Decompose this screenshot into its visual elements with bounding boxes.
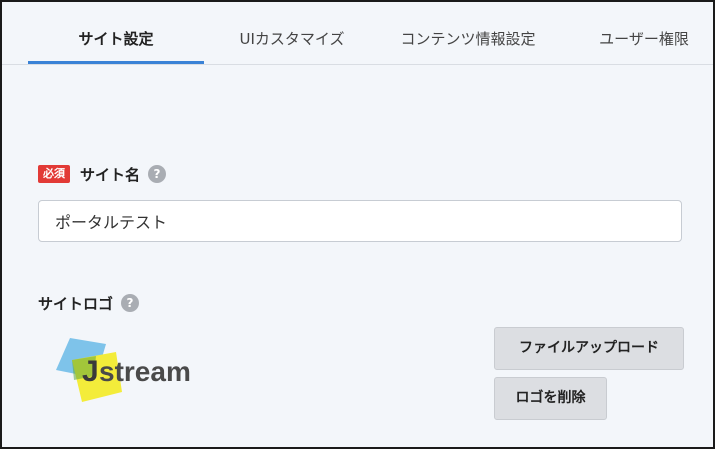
- upload-file-button[interactable]: ファイルアップロード: [494, 327, 684, 370]
- logo-j-letter: J: [82, 355, 99, 388]
- tab-bar: サイト設定 UIカスタマイズ コンテンツ情報設定 ユーザー権限: [2, 2, 713, 65]
- required-badge: 必須: [38, 165, 70, 183]
- tab-content-info-settings[interactable]: コンテンツ情報設定: [380, 2, 556, 64]
- site-name-input[interactable]: [38, 200, 682, 242]
- delete-logo-button[interactable]: ロゴを削除: [494, 377, 607, 420]
- site-name-label-row: 必須 サイト名 ?: [38, 162, 167, 186]
- tab-user-permissions[interactable]: ユーザー権限: [556, 2, 713, 64]
- tab-ui-customize[interactable]: UIカスタマイズ: [204, 2, 380, 64]
- site-logo-label-row: サイトロゴ ?: [38, 291, 140, 315]
- settings-panel: サイト設定 UIカスタマイズ コンテンツ情報設定 ユーザー権限 必須 サイト名 …: [0, 0, 715, 449]
- site-logo-label: サイトロゴ: [38, 294, 114, 313]
- help-icon[interactable]: ?: [121, 294, 140, 312]
- active-tab-indicator: [28, 61, 204, 64]
- help-icon[interactable]: ?: [148, 165, 167, 183]
- tab-site-settings[interactable]: サイト設定: [28, 2, 204, 64]
- logo-wordmark: stream: [99, 356, 191, 387]
- site-logo-image: J stream: [52, 334, 222, 406]
- site-name-label: サイト名: [80, 165, 141, 184]
